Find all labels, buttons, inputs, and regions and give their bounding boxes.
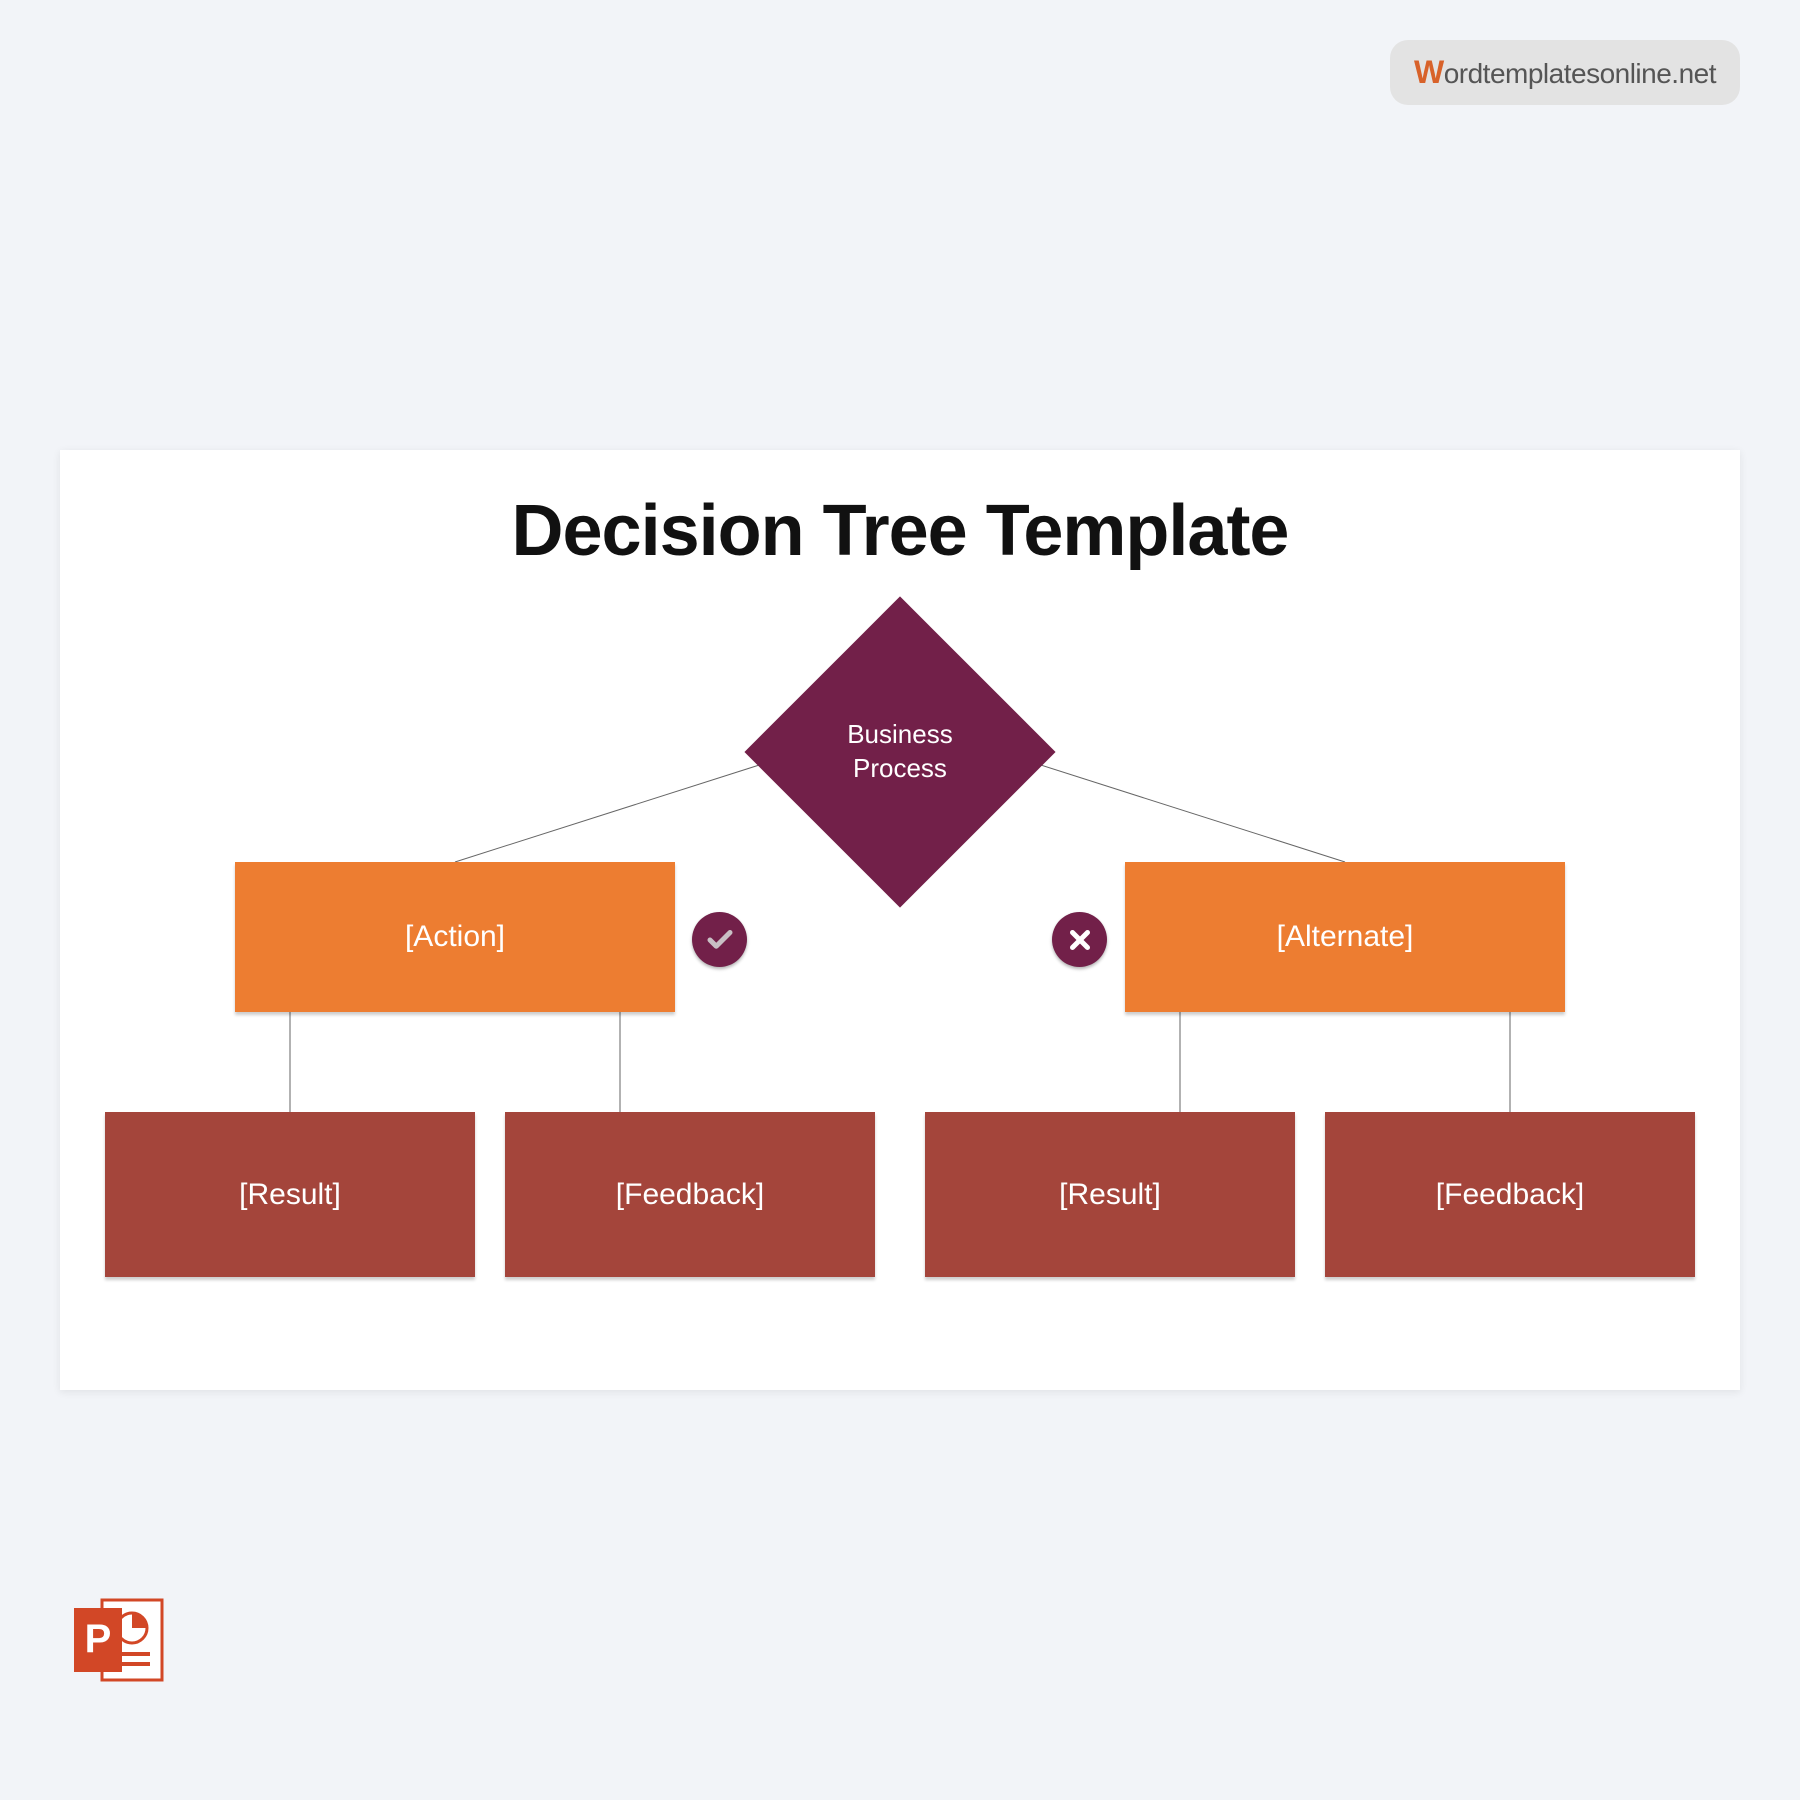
watermark-prefix: W	[1414, 54, 1444, 90]
result-box-1: [Result]	[105, 1112, 475, 1277]
result-1-label: [Result]	[239, 1178, 341, 1212]
svg-text:P: P	[85, 1617, 112, 1661]
slide-container: Decision Tree Template Business Process …	[60, 450, 1740, 1390]
result-box-4: [Feedback]	[1325, 1112, 1695, 1277]
decision-tree-diagram: Business Process [Action] [Alternate] [R…	[60, 572, 1740, 1332]
action-box-left: [Action]	[235, 862, 675, 1012]
decision-node: Business Process	[744, 596, 1055, 907]
watermark-badge: Wordtemplatesonline.net	[1390, 40, 1740, 105]
close-icon	[1052, 912, 1107, 967]
powerpoint-icon: P	[70, 1590, 170, 1690]
action-right-label: [Alternate]	[1277, 920, 1414, 954]
result-4-label: [Feedback]	[1436, 1178, 1584, 1212]
action-left-label: [Action]	[405, 920, 505, 954]
decision-node-label: Business Process	[847, 718, 953, 786]
result-box-2: [Feedback]	[505, 1112, 875, 1277]
check-icon	[692, 912, 747, 967]
action-box-right: [Alternate]	[1125, 862, 1565, 1012]
result-box-3: [Result]	[925, 1112, 1295, 1277]
page-title: Decision Tree Template	[60, 490, 1740, 572]
result-2-label: [Feedback]	[616, 1178, 764, 1212]
watermark-suffix: ordtemplatesonline.net	[1444, 58, 1716, 89]
result-3-label: [Result]	[1059, 1178, 1161, 1212]
